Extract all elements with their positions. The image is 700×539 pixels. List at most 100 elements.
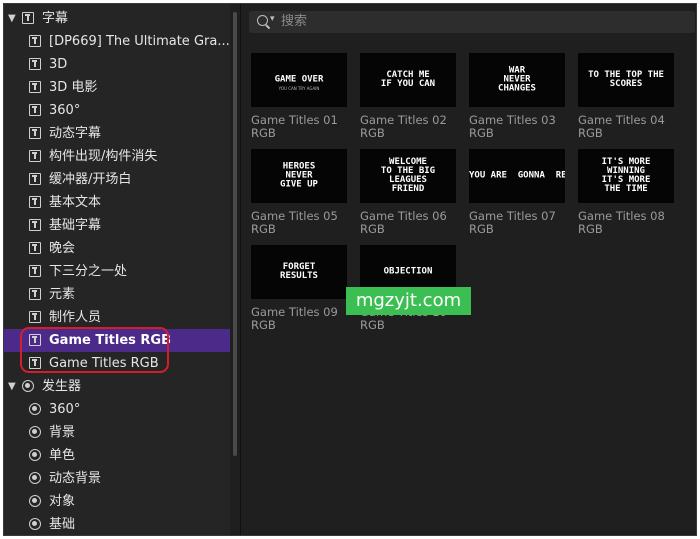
- template-thumbnail[interactable]: HEROES NEVER GIVE UP: [251, 149, 347, 203]
- titles-icon: [29, 58, 41, 70]
- highlight-annotation: [20, 327, 169, 373]
- sidebar-item-label: 基础: [49, 517, 76, 532]
- thumbnail-text: WAR NEVER CHANGES: [498, 65, 536, 94]
- sidebar-item-label: [DP669] The Ultimate Gra...: [49, 34, 230, 49]
- sidebar-item-label: 元素: [49, 287, 76, 302]
- thumbnail-text: WELCOME TO THE BIG LEAGUES FRIEND: [380, 157, 436, 194]
- titles-icon: [29, 150, 41, 162]
- thumbnail-text: IT'S MORE WINNING IT'S MORE THE TIME: [601, 157, 651, 194]
- sidebar-item[interactable]: 动态背景: [4, 467, 230, 490]
- template-subtitle: RGB: [360, 318, 385, 332]
- template-thumbnail[interactable]: FORGET RESULTS: [251, 245, 347, 299]
- sidebar-item[interactable]: 制作人员: [4, 306, 230, 329]
- titles-icon: [22, 12, 34, 24]
- search-icon[interactable]: [257, 15, 268, 26]
- sidebar-item[interactable]: 背景: [4, 421, 230, 444]
- chevron-down-icon[interactable]: ▾: [270, 14, 275, 24]
- template-thumbnail[interactable]: IT'S MORE WINNING IT'S MORE THE TIME: [578, 149, 674, 203]
- thumbnail-text: FORGET RESULTS: [280, 262, 318, 281]
- sidebar-item-label: 对象: [49, 494, 76, 509]
- template-thumbnail[interactable]: WELCOME TO THE BIG LEAGUES FRIEND: [360, 149, 456, 203]
- sidebar-item-label: 单色: [49, 448, 76, 463]
- sidebar-item-label: 缓冲器/开场白: [49, 172, 132, 187]
- sidebar-item[interactable]: [DP669] The Ultimate Gra...: [4, 30, 230, 53]
- titles-icon: [29, 288, 41, 300]
- search-field[interactable]: ▾ 搜索: [249, 11, 695, 33]
- sidebar-scrollbar-thumb[interactable]: [233, 12, 237, 456]
- titles-icon: [29, 242, 41, 254]
- template-thumbnail[interactable]: CATCH ME IF YOU CAN: [360, 53, 456, 107]
- template-subtitle: RGB: [469, 126, 494, 140]
- generators-icon: [29, 518, 41, 530]
- sidebar-item-label: 制作人员: [49, 310, 102, 325]
- sidebar-item[interactable]: 下三分之一处: [4, 260, 230, 283]
- sidebar-item[interactable]: 3D: [4, 53, 230, 76]
- sidebar-item[interactable]: 晚会: [4, 237, 230, 260]
- title-template-tile[interactable]: FORGET RESULTS Game Titles 09 RGB: [251, 245, 351, 335]
- sidebar-item[interactable]: 动态字幕: [4, 122, 230, 145]
- title-template-tile[interactable]: HEROES NEVER GIVE UP Game Titles 05 RGB: [251, 149, 351, 239]
- titles-icon: [29, 311, 41, 323]
- sidebar-item[interactable]: 缓冲器/开场白: [4, 168, 230, 191]
- generators-icon: [22, 380, 34, 392]
- template-thumbnail[interactable]: GAME OVER YOU CAN TRY AGAIN: [251, 53, 347, 107]
- sidebar-item[interactable]: 360°: [4, 398, 230, 421]
- sidebar-category[interactable]: ▼ 字幕: [4, 7, 230, 30]
- title-template-tile[interactable]: WELCOME TO THE BIG LEAGUES FRIEND Game Ti…: [360, 149, 460, 239]
- thumbnail-text: HEROES NEVER GIVE UP: [280, 161, 318, 190]
- titles-icon: [29, 81, 41, 93]
- sidebar-item-label: 动态背景: [49, 471, 102, 486]
- sidebar-item[interactable]: 构件出现/构件消失: [4, 145, 230, 168]
- sidebar-category[interactable]: ▼ 发生器: [4, 375, 230, 398]
- browser-window: ▼ 字幕 [DP669] The Ultimate Gra... 3D 3D 电影 360…: [3, 3, 697, 536]
- thumbnail-text: OBJECTION: [383, 266, 433, 277]
- sidebar-item[interactable]: 基础字幕: [4, 214, 230, 237]
- sidebar-item[interactable]: 360°: [4, 99, 230, 122]
- watermark: mgzyjt.com: [346, 287, 471, 315]
- template-thumbnail[interactable]: WAR NEVER CHANGES: [469, 53, 565, 107]
- template-thumbnail[interactable]: YOU ARE GONNA REGRET: [469, 149, 565, 203]
- sidebar-item-label: 基本文本: [49, 195, 102, 210]
- titles-icon: [29, 196, 41, 208]
- title-template-tile[interactable]: WAR NEVER CHANGES Game Titles 03 RGB: [469, 53, 569, 143]
- disclosure-triangle-icon[interactable]: ▼: [8, 7, 16, 30]
- template-subtitle: RGB: [469, 222, 494, 236]
- sidebar-item-label: 360°: [49, 402, 81, 417]
- titles-icon: [29, 173, 41, 185]
- titles-icon: [29, 265, 41, 277]
- thumbnail-subtext: YOU CAN TRY AGAIN: [278, 86, 320, 91]
- template-subtitle: RGB: [251, 126, 276, 140]
- sidebar-item-label: 下三分之一处: [49, 264, 128, 279]
- sidebar-item[interactable]: 3D 电影: [4, 76, 230, 99]
- template-subtitle: RGB: [360, 126, 385, 140]
- title-template-tile[interactable]: YOU ARE GONNA REGRETGame Titles 07RGB: [469, 149, 569, 239]
- search-input[interactable]: 搜索: [281, 11, 307, 33]
- sidebar-item[interactable]: 单色: [4, 444, 230, 467]
- title-template-tile[interactable]: IT'S MORE WINNING IT'S MORE THE TIME Game…: [578, 149, 678, 239]
- title-template-tile[interactable]: TO THE TOP THE SCORES Game Titles 04 RGB: [578, 53, 678, 143]
- sidebar-item-label: 动态字幕: [49, 126, 102, 141]
- titles-icon: [29, 35, 41, 47]
- generators-icon: [29, 449, 41, 461]
- sidebar-item-label: 基础字幕: [49, 218, 102, 233]
- pane-divider[interactable]: [240, 4, 241, 535]
- template-subtitle: RGB: [251, 222, 276, 236]
- titles-icon: [29, 219, 41, 231]
- generators-icon: [29, 426, 41, 438]
- thumbnail-text: CATCH ME IF YOU CAN: [380, 70, 436, 89]
- sidebar-item[interactable]: 元素: [4, 283, 230, 306]
- sidebar-item[interactable]: 基础: [4, 513, 230, 535]
- sidebar-item[interactable]: 基本文本: [4, 191, 230, 214]
- generators-icon: [29, 495, 41, 507]
- sidebar-item[interactable]: 对象: [4, 490, 230, 513]
- template-subtitle: RGB: [360, 222, 385, 236]
- template-thumbnail[interactable]: TO THE TOP THE SCORES: [578, 53, 674, 107]
- generators-icon: [29, 403, 41, 415]
- template-subtitle: RGB: [578, 222, 603, 236]
- title-template-tile[interactable]: GAME OVER YOU CAN TRY AGAIN Game Titles 01…: [251, 53, 351, 143]
- template-subtitle: RGB: [578, 126, 603, 140]
- sidebar-item-label: 3D 电影: [49, 80, 98, 95]
- titles-icon: [29, 104, 41, 116]
- disclosure-triangle-icon[interactable]: ▼: [8, 375, 16, 398]
- title-template-tile[interactable]: CATCH ME IF YOU CAN Game Titles 02 RGB: [360, 53, 460, 143]
